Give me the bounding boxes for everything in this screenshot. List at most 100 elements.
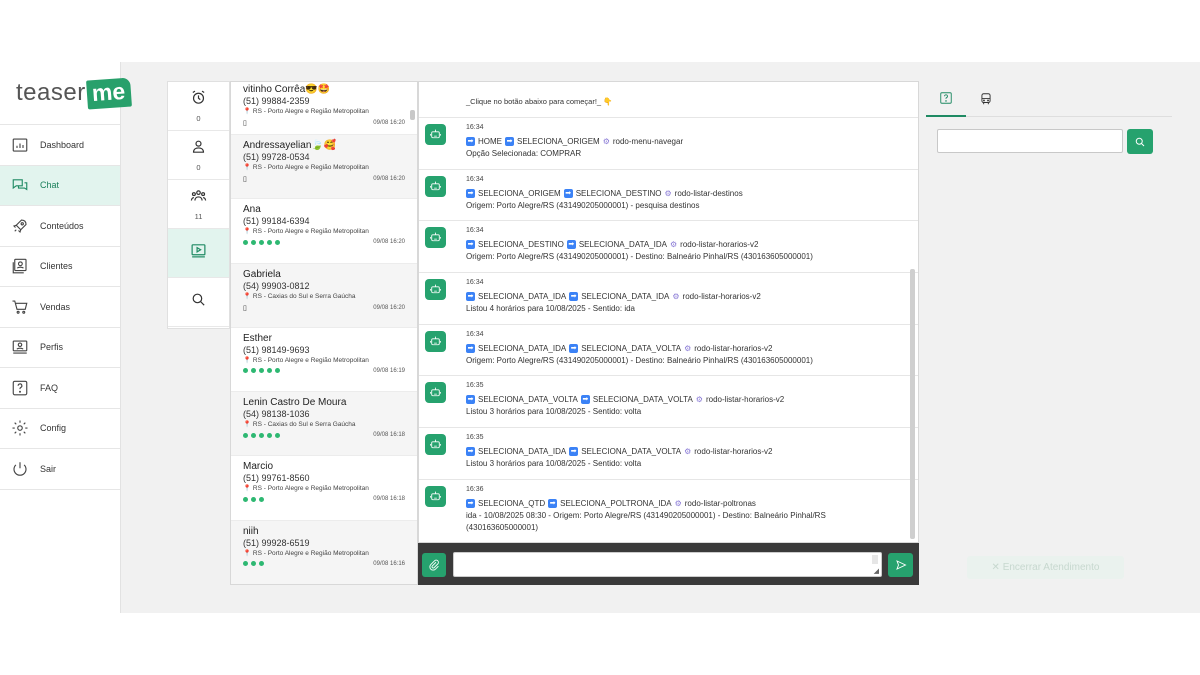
queue-search[interactable]: [168, 278, 229, 327]
contact-region: 📍 RS - Caxias do Sul e Serra Gaúcha: [243, 292, 405, 302]
profile-icon: [11, 338, 29, 356]
nav-item-label: Dashboard: [40, 139, 85, 150]
contact-region: 📍 RS - Porto Alegre e Região Metropolita…: [243, 227, 405, 237]
contact-time: 09/08 16:20: [373, 239, 405, 246]
flow-from: SELECIONA_DATA_VOLTA: [478, 395, 578, 405]
status-box: ▯: [243, 176, 247, 183]
send-button[interactable]: [888, 553, 913, 577]
status-dot: [259, 368, 264, 374]
message-input[interactable]: ◢: [453, 552, 882, 577]
queue-alarm[interactable]: 0: [168, 82, 229, 131]
cart-icon: [11, 298, 29, 316]
message-time: 16:34: [466, 227, 484, 235]
status-dot: [259, 239, 264, 245]
contact-region-text: RS - Porto Alegre e Região Metropolitan: [252, 164, 369, 171]
contact-item[interactable]: vitinho Corrêa😎🤩 (51) 99884-2359 📍 RS - Po…: [231, 82, 417, 135]
tab-bus[interactable]: [966, 81, 1006, 117]
flow-action: rodo-listar-destinos: [674, 188, 743, 198]
queue-group[interactable]: 11: [168, 180, 229, 229]
message-item: 16:35 ➡ SELECIONA_DATA_VOLTA ➡ SELECIONA_DAT…: [419, 376, 918, 429]
tab-faq[interactable]: [926, 81, 966, 117]
nav-item-faq[interactable]: FAQ: [0, 368, 120, 409]
arrow-right-icon: ➡: [466, 498, 475, 508]
contact-item[interactable]: Andressayelian🍃🥰 (51) 99728-0534 📍 RS - Po…: [231, 135, 417, 200]
flow-from: SELECIONA_DESTINO: [478, 240, 564, 250]
contact-phone: (51) 99184-6394: [243, 216, 310, 227]
contact-phone: (51) 99761-8560: [243, 473, 310, 484]
contact-meta: ▯ 09/08 16:20: [243, 175, 405, 183]
nav-item-dashboard[interactable]: Dashboard: [0, 125, 120, 166]
contact-item[interactable]: Marcio (51) 99761-8560 📍 RS - Porto Alegre…: [231, 456, 417, 521]
nav-item-clientes[interactable]: Clientes: [0, 247, 120, 287]
location-pin-icon: 📍: [243, 164, 252, 171]
contact-name: niih: [243, 525, 259, 537]
right-tabs: [926, 81, 1172, 117]
arrow-right-icon: ➡: [569, 447, 579, 457]
right-search-button[interactable]: [1127, 129, 1153, 154]
bot-icon: [425, 175, 446, 197]
status-box: ▯: [243, 304, 247, 312]
arrow-right-icon: ➡: [466, 188, 475, 198]
nav-item-chat[interactable]: Chat: [0, 165, 120, 206]
message-item: 16:35 ➡ SELECIONA_DATA_IDA ➡ SELECIONA_DATA_…: [419, 428, 918, 480]
message-detail: ida - 10/08/2025 08:30 - Origem: Porto A…: [466, 510, 826, 532]
arrow-right-icon: ➡: [505, 137, 514, 146]
status-dot: [275, 432, 280, 438]
queue-play[interactable]: [168, 229, 229, 278]
status-dots: [243, 496, 264, 502]
message-flow: ➡ SELECIONA_DATA_IDA ➡ SELECIONA_DATA_VOLTA…: [466, 342, 918, 355]
resize-handle-icon[interactable]: ◢: [874, 567, 879, 575]
flow-to: SELECIONA_DATA_IDA: [581, 292, 670, 302]
status-dot: [243, 368, 248, 374]
message-item: 16:34 ➡ HOME ➡ SELECIONA_ORIGEM ⚙ rodo-menu-na…: [419, 118, 918, 170]
gear-icon: ⚙: [684, 447, 692, 457]
queue-person[interactable]: 0: [168, 131, 229, 180]
status-dot: [243, 496, 248, 502]
arrow-right-icon: ➡: [466, 343, 475, 353]
message-scrollbar[interactable]: [910, 269, 915, 539]
nav-item-conteudos[interactable]: Conteúdos: [0, 206, 120, 247]
status-dots: [243, 561, 264, 567]
arrow-right-icon: ➡: [466, 292, 475, 302]
contact-region: 📍 RS - Porto Alegre e Região Metropolita…: [243, 163, 405, 173]
message-flow: ➡ SELECIONA_DESTINO ➡ SELECIONA_DATA_IDA ⚙ ro…: [466, 238, 918, 251]
arrow-right-icon: ➡: [566, 240, 576, 250]
gear-icon: ⚙: [602, 137, 610, 146]
arrow-right-icon: ➡: [466, 395, 475, 405]
contact-item[interactable]: Gabriela (54) 99903-0812 📍 RS - Caxias do …: [231, 263, 417, 328]
contact-region: 📍 RS - Porto Alegre e Região Metropolita…: [243, 107, 405, 117]
nav-item-config[interactable]: Config: [0, 409, 120, 449]
contact-item[interactable]: niih (51) 99928-6519 📍 RS - Porto Alegre e…: [231, 520, 417, 584]
flow-to: SELECIONA_DATA_VOLTA: [581, 343, 682, 353]
nav-item-sair[interactable]: Sair: [0, 449, 120, 490]
right-search-input[interactable]: [937, 129, 1123, 153]
contact-region: 📍 RS - Caxias do Sul e Serra Gaúcha: [243, 420, 405, 430]
status-dot: [267, 239, 272, 245]
flow-from: SELECIONA_ORIGEM: [478, 188, 561, 198]
group-icon: [190, 187, 207, 209]
message-detail: Opção Selecionada: COMPRAR: [466, 149, 582, 158]
sidebar: teaser me Dashboard Chat Conteúdos Clientes V…: [0, 62, 132, 613]
nav-item-vendas[interactable]: Vendas: [0, 287, 120, 328]
brand-logo[interactable]: teaser me: [0, 62, 132, 125]
send-icon: [895, 560, 907, 570]
gear-icon: ⚙: [674, 498, 682, 508]
location-pin-icon: 📍: [243, 228, 252, 236]
contact-phone: (51) 99884-2359: [243, 96, 310, 106]
contact-item[interactable]: Lenin Castro De Moura (54) 98138-1036 📍 RS…: [231, 392, 417, 457]
attach-button[interactable]: [422, 553, 446, 577]
contact-item[interactable]: Esther (51) 98149-9693 📍 RS - Porto Alegre…: [231, 328, 417, 393]
contact-meta: ▯ 09/08 16:20: [243, 304, 405, 312]
contact-item[interactable]: Ana (51) 99184-6394 📍 RS - Porto Alegre e …: [231, 199, 417, 264]
nav-item-perfis[interactable]: Perfis: [0, 328, 120, 368]
question-icon: [11, 379, 29, 397]
bot-icon: [425, 485, 446, 507]
flow-action: rodo-listar-horarios-v2: [680, 240, 759, 250]
arrow-right-icon: ➡: [563, 188, 573, 198]
message-item: 16:34 ➡ SELECIONA_DATA_IDA ➡ SELECIONA_DATA_…: [419, 273, 918, 325]
flow-action: rodo-listar-horarios-v2: [694, 447, 773, 457]
gear-icon: ⚙: [672, 292, 680, 302]
end-session-button[interactable]: ✕ Encerrar Atendimento: [967, 556, 1124, 579]
message-detail: Listou 4 horários para 10/08/2025 - Sent…: [466, 304, 636, 314]
status-dot: [251, 432, 256, 438]
